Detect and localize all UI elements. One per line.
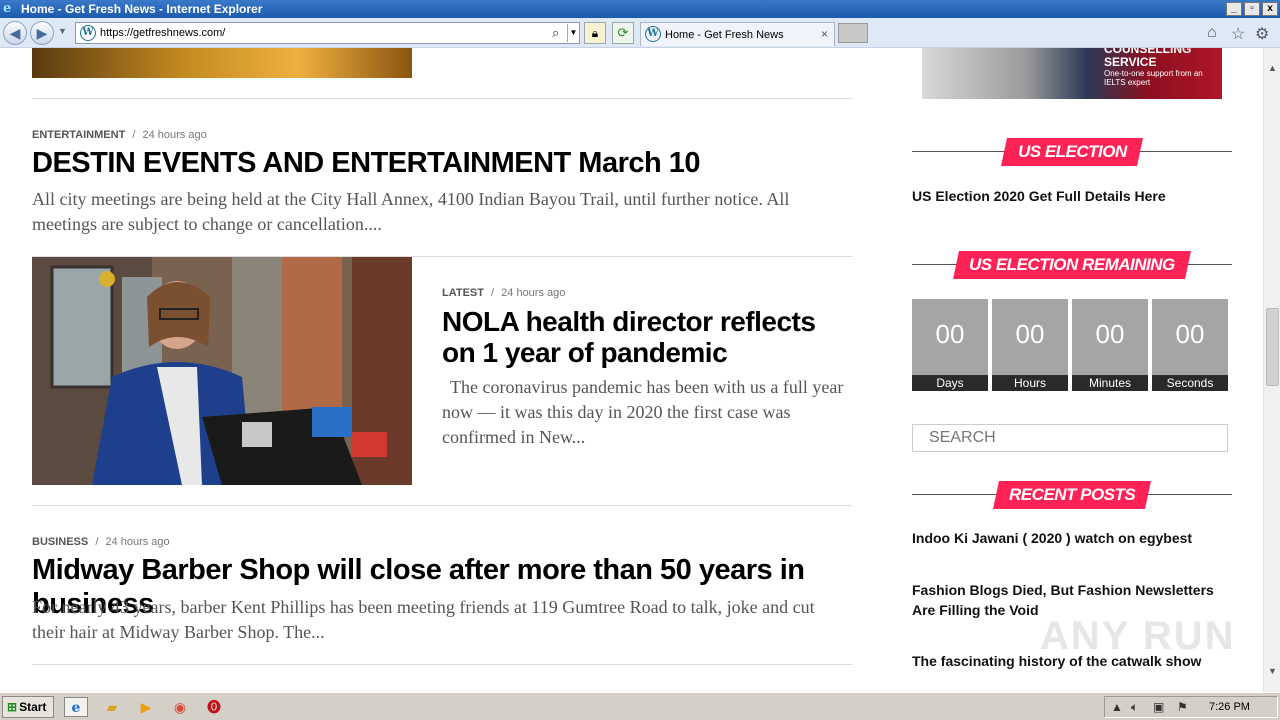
url-text[interactable]: https://getfreshnews.com/ (100, 27, 225, 39)
article-excerpt: The coronavirus pandemic has been with u… (442, 377, 844, 447)
scroll-down-icon[interactable]: ▼ (1264, 663, 1280, 680)
search-icon[interactable]: ⌕ (552, 25, 559, 41)
article-time: 24 hours ago (501, 287, 566, 299)
countdown-label: Days (912, 375, 988, 391)
taskbar-media-player-icon[interactable]: ▶ (134, 697, 158, 717)
taskbar-folder-icon[interactable]: ▰ (100, 697, 124, 717)
heading-badge: RECENT POSTS (993, 481, 1151, 509)
countdown-hours: 00 Hours (992, 299, 1068, 391)
meta-separator: / (95, 536, 99, 548)
close-window-button[interactable]: x (1262, 2, 1278, 16)
article-thumbnail-top[interactable] (32, 48, 412, 78)
sidebar-search-input[interactable] (912, 424, 1228, 452)
minimize-button[interactable]: _ (1226, 2, 1242, 16)
window-titlebar: e Home - Get Fresh News - Internet Explo… (0, 0, 1280, 18)
meta-separator: / (132, 129, 136, 141)
countdown-minutes: 00 Minutes (1072, 299, 1148, 391)
home-icon[interactable]: ⌂ (1207, 24, 1217, 42)
widget-heading-us-election: US ELECTION (912, 138, 1232, 166)
article-meta: BUSINESS / 24 hours ago (32, 536, 170, 548)
wordpress-favicon-icon: W (80, 25, 96, 41)
recent-post-link[interactable]: Indoo Ki Jawani ( 2020 ) watch on egybes… (912, 528, 1222, 548)
ie-logo-icon: e (3, 1, 12, 16)
vertical-scrollbar[interactable]: ▲ ▼ (1263, 48, 1280, 692)
tab-close-icon[interactable]: × (821, 27, 828, 41)
taskbar-ie-icon[interactable]: e (64, 697, 88, 717)
countdown-value: 00 (1175, 319, 1205, 349)
widget-heading-election-remaining: US ELECTION REMAINING (912, 251, 1232, 279)
countdown-value: 00 (1095, 319, 1125, 349)
widget-heading-recent-posts: RECENT POSTS (912, 481, 1232, 509)
system-tray: ▲ 🔈︎ ▣ ⚑ 7:26 PM (1104, 696, 1278, 718)
article-category[interactable]: ENTERTAINMENT (32, 129, 125, 141)
countdown-label: Hours (992, 375, 1068, 391)
star-icon[interactable]: ☆ (1231, 24, 1245, 44)
countdown-days: 00 Days (912, 299, 988, 391)
forward-button[interactable]: ▶ (30, 21, 54, 45)
new-tab-button[interactable] (838, 23, 868, 43)
article-meta: LATEST / 24 hours ago (442, 287, 565, 299)
start-button[interactable]: ⊞ Start (2, 696, 54, 718)
scroll-up-icon[interactable]: ▲ (1264, 60, 1280, 77)
action-center-flag-icon[interactable]: ⚑ (1177, 700, 1188, 714)
browser-toolbar: ◀ ▶ ▼ W https://getfreshnews.com/ ⌕ ▼ 🔒︎… (0, 18, 1280, 48)
article-category[interactable]: BUSINESS (32, 536, 88, 548)
window-title: Home - Get Fresh News - Internet Explore… (21, 2, 263, 16)
volume-icon[interactable]: 🔈︎ (1131, 700, 1138, 715)
taskbar-chrome-icon[interactable]: ◉ (168, 697, 192, 717)
article-photo-image (32, 257, 412, 485)
page-viewport: ENTERTAINMENT / 24 hours ago DESTIN EVEN… (0, 48, 1263, 692)
meta-separator: / (491, 287, 495, 299)
article-time: 24 hours ago (105, 536, 170, 548)
article-category[interactable]: LATEST (442, 287, 484, 299)
article-meta: ENTERTAINMENT / 24 hours ago (32, 129, 207, 141)
countdown-seconds: 00 Seconds (1152, 299, 1228, 391)
tray-expand-icon[interactable]: ▲ (1111, 700, 1123, 714)
lock-icon[interactable]: 🔒︎ (584, 22, 606, 44)
countdown-label: Seconds (1152, 375, 1228, 391)
heading-text: US ELECTION (1017, 142, 1127, 161)
divider (32, 664, 852, 665)
article-excerpt: For nearly 43 years, barber Kent Phillip… (32, 597, 815, 642)
tab-favicon-icon: W (645, 26, 661, 42)
tab-label: Home - Get Fresh News (665, 29, 784, 41)
heading-text: US ELECTION REMAINING (969, 255, 1175, 274)
countdown-label: Minutes (1072, 375, 1148, 391)
forward-icon: ▶ (36, 25, 48, 41)
ad-subtitle: One-to-one support from an IELTS expert (1104, 69, 1203, 87)
article-title[interactable]: NOLA health director reflects on 1 year … (442, 306, 832, 368)
heading-badge: US ELECTION (1001, 138, 1143, 166)
tab-home[interactable]: W Home - Get Fresh News × (640, 22, 835, 46)
refresh-icon[interactable]: ⟳ (612, 22, 634, 44)
countdown-value: 00 (1015, 319, 1045, 349)
article-excerpt: All city meetings are being held at the … (32, 189, 790, 234)
address-bar[interactable]: W https://getfreshnews.com/ ⌕ ▼ (75, 22, 580, 44)
back-button[interactable]: ◀ (3, 21, 27, 45)
sidebar-ad-banner[interactable]: COUNSELLING SERVICE One-to-one support f… (922, 48, 1222, 99)
windows-flag-icon: ⊞ (7, 700, 18, 714)
divider (32, 98, 852, 99)
countdown-value: 00 (935, 319, 965, 349)
history-dropdown-icon[interactable]: ▼ (58, 26, 67, 36)
article-title[interactable]: DESTIN EVENTS AND ENTERTAINMENT March 10 (32, 146, 852, 180)
divider (32, 505, 852, 506)
article-photo[interactable] (32, 257, 412, 485)
heading-badge: US ELECTION REMAINING (953, 251, 1191, 279)
ad-title: COUNSELLING SERVICE (1104, 48, 1192, 69)
restore-button[interactable]: ▫ (1244, 2, 1260, 16)
tray-clock[interactable]: 7:26 PM (1209, 701, 1250, 713)
windows-taskbar: ⊞ Start e ▰ ▶ ◉ ⓿ ▲ 🔈︎ ▣ ⚑ 7:26 PM (0, 692, 1280, 720)
taskbar-antivirus-icon[interactable]: ⓿ (202, 697, 226, 717)
scrollbar-thumb[interactable] (1266, 308, 1279, 386)
us-election-link[interactable]: US Election 2020 Get Full Details Here (912, 186, 1222, 206)
address-dropdown-icon[interactable]: ▼ (567, 24, 579, 42)
back-icon: ◀ (9, 25, 21, 41)
network-icon[interactable]: ▣ (1153, 700, 1164, 714)
start-label: Start (19, 700, 47, 714)
anyrun-watermark: ANY RUN (1040, 614, 1236, 658)
heading-text: RECENT POSTS (1008, 485, 1136, 504)
gear-icon[interactable]: ⚙ (1255, 24, 1269, 44)
article-time: 24 hours ago (142, 129, 207, 141)
